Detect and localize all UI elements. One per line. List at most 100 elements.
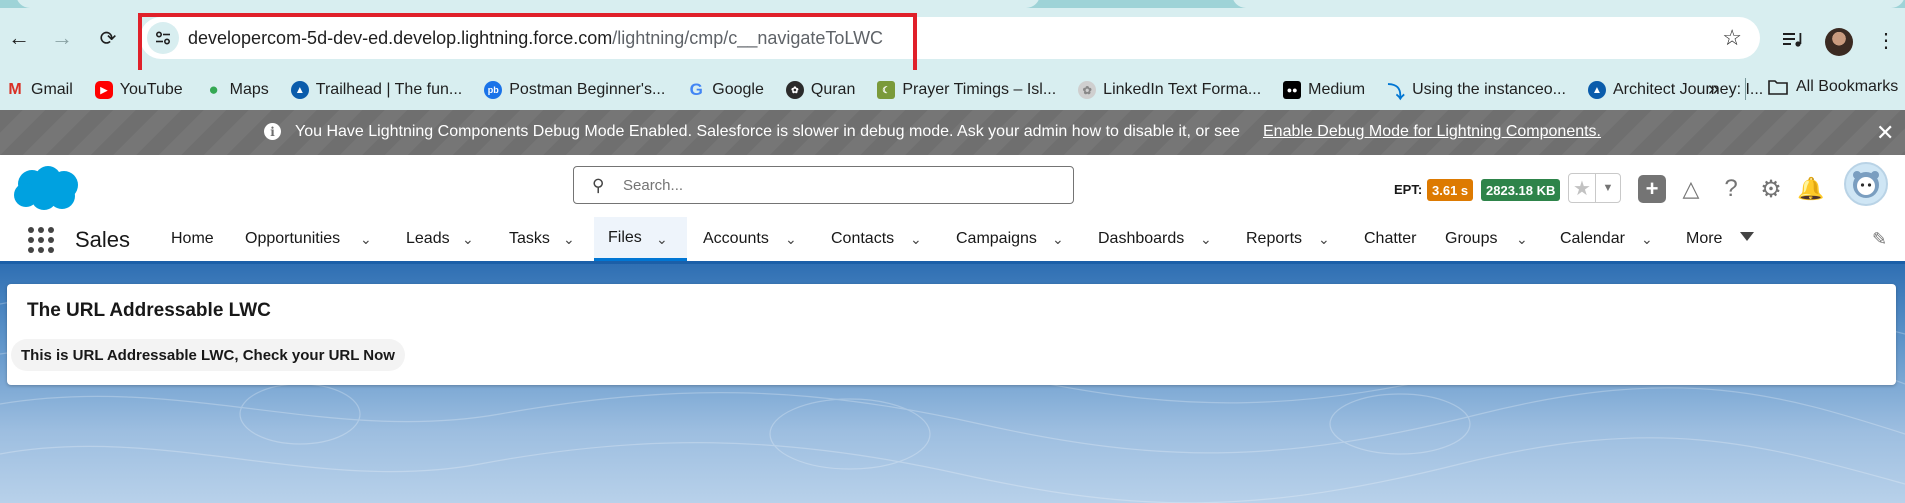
tasks-chevron-down-icon[interactable]: ⌄ <box>563 231 575 248</box>
browser-menu-icon[interactable]: ⋮ <box>1876 28 1896 53</box>
salesforce-dev-icon: ⤵ <box>1387 82 1405 102</box>
accounts-chevron-down-icon[interactable]: ⌄ <box>785 231 797 248</box>
trailhead-icon: ▲ <box>290 81 309 99</box>
bookmark-label: YouTube <box>119 81 183 98</box>
nav-item-dashboards[interactable]: Dashboards <box>1098 217 1184 261</box>
favorite-star-icon[interactable]: ★ <box>1569 174 1596 202</box>
browser-toolbar: ← → ⟳ developercom-5d-dev-ed.develop.lig… <box>0 8 1905 75</box>
astro-avatar-icon <box>1853 171 1879 198</box>
debug-mode-banner: i You Have Lightning Components Debug Mo… <box>0 110 1905 155</box>
calendar-chevron-down-icon[interactable]: ⌄ <box>1641 231 1653 248</box>
more-dropdown-icon[interactable] <box>1740 232 1754 241</box>
bookmark-gmail[interactable]: M Gmail <box>6 81 73 99</box>
postman-icon: pb <box>484 81 503 99</box>
nav-item-calendar[interactable]: Calendar <box>1560 217 1625 261</box>
bookmark-prayer[interactable]: ☾ Prayer Timings – Isl... <box>877 81 1056 99</box>
global-header: ⚲ Search... EPT: 3.61 s 2823.18 KB ★ ▼ +… <box>0 155 1905 217</box>
background-tab[interactable] <box>1232 0 1905 8</box>
info-icon: i <box>264 123 281 140</box>
bookmark-label: Gmail <box>31 81 73 98</box>
opportunities-chevron-down-icon[interactable]: ⌄ <box>360 231 372 248</box>
search-icon: ⚲ <box>592 176 605 195</box>
bookmark-youtube[interactable]: ▶ YouTube <box>94 81 183 99</box>
nav-item-files[interactable]: Files <box>594 217 687 261</box>
notifications-bell-icon[interactable]: 🔔 <box>1797 175 1825 203</box>
card-message: This is URL Addressable LWC, Check your … <box>11 339 405 371</box>
bookmark-postman[interactable]: pb Postman Beginner's... <box>484 81 665 99</box>
nav-item-chatter[interactable]: Chatter <box>1364 217 1416 261</box>
bookmark-quran[interactable]: ✿ Quran <box>785 81 855 99</box>
profile-avatar[interactable] <box>1825 28 1853 56</box>
trailhead-guidance-icon[interactable]: △ <box>1677 175 1705 203</box>
app-name: Sales <box>75 227 131 252</box>
back-arrow-icon[interactable]: ← <box>3 22 35 54</box>
contacts-chevron-down-icon[interactable]: ⌄ <box>910 231 922 248</box>
debug-message: You Have Lightning Components Debug Mode… <box>295 123 1240 140</box>
bookmark-google[interactable]: G Google <box>687 80 764 99</box>
groups-chevron-down-icon[interactable]: ⌄ <box>1516 231 1528 248</box>
reload-icon[interactable]: ⟳ <box>92 22 124 54</box>
user-avatar[interactable] <box>1844 162 1888 206</box>
tab-strip <box>0 0 1905 8</box>
nav-item-home[interactable]: Home <box>171 217 214 261</box>
bookmark-linkedin-format[interactable]: ✿ LinkedIn Text Forma... <box>1078 81 1261 99</box>
google-icon: G <box>689 80 703 99</box>
app-navigation-bar: Sales Home Opportunities ⌄ Leads ⌄ Tasks… <box>0 217 1905 264</box>
active-tab[interactable] <box>16 0 1040 8</box>
gmail-icon: M <box>8 81 22 98</box>
folder-icon <box>1768 80 1788 95</box>
forward-arrow-icon[interactable]: → <box>46 22 78 54</box>
salesforce-logo[interactable] <box>10 164 82 212</box>
nav-item-leads[interactable]: Leads <box>406 217 450 261</box>
bookmark-medium[interactable]: ●● Medium <box>1283 81 1365 99</box>
nav-item-opportunities[interactable]: Opportunities <box>245 217 340 261</box>
url-highlight-box <box>138 13 917 75</box>
app-launcher-icon[interactable] <box>28 227 54 253</box>
leads-chevron-down-icon[interactable]: ⌄ <box>462 231 474 248</box>
bookmark-label: LinkedIn Text Forma... <box>1103 81 1262 98</box>
help-icon[interactable]: ? <box>1717 175 1745 203</box>
bookmark-maps[interactable]: ● Maps <box>205 80 269 99</box>
linkedin-format-icon: ✿ <box>1078 81 1097 99</box>
trailhead-icon: ▲ <box>1587 81 1606 99</box>
bookmarks-overflow-chevron-icon[interactable]: » <box>1708 78 1719 101</box>
reports-chevron-down-icon[interactable]: ⌄ <box>1318 231 1330 248</box>
setup-gear-icon[interactable]: ⚙ <box>1757 175 1785 203</box>
campaigns-chevron-down-icon[interactable]: ⌄ <box>1052 231 1064 248</box>
global-search-input[interactable]: ⚲ Search... <box>573 166 1074 204</box>
files-chevron-down-icon[interactable]: ⌄ <box>656 231 668 248</box>
favorites-dropdown-icon[interactable]: ▼ <box>1596 174 1620 202</box>
edit-nav-pencil-icon[interactable]: ✎ <box>1872 229 1887 250</box>
all-bookmarks-button[interactable]: All Bookmarks <box>1768 78 1898 96</box>
maps-icon: ● <box>208 80 219 99</box>
nav-item-accounts[interactable]: Accounts <box>703 217 769 261</box>
bookmark-architect[interactable]: ▲ Architect Journey: I... <box>1587 81 1764 99</box>
bookmarks-divider <box>1745 78 1746 100</box>
bookmark-label: Medium <box>1308 81 1366 98</box>
dashboards-chevron-down-icon[interactable]: ⌄ <box>1200 231 1212 248</box>
bookmark-instanceof[interactable]: ⤵ Using the instanceo... <box>1387 81 1566 102</box>
quran-icon: ✿ <box>785 81 804 99</box>
close-icon[interactable]: ✕ <box>1876 120 1894 146</box>
memory-badge: 2823.18 KB <box>1481 179 1561 201</box>
global-actions-plus-icon[interactable]: + <box>1638 175 1666 203</box>
bookmark-star-icon[interactable]: ☆ <box>1722 25 1742 51</box>
nav-item-contacts[interactable]: Contacts <box>831 217 894 261</box>
nav-item-campaigns[interactable]: Campaigns <box>956 217 1037 261</box>
bookmark-label: Trailhead | The fun... <box>315 81 463 98</box>
bookmark-trailhead[interactable]: ▲ Trailhead | The fun... <box>290 81 463 99</box>
bookmarks-bar: M Gmail ▶ YouTube ● Maps ▲ Trailhead | The f… <box>0 70 1905 110</box>
bookmark-label: Maps <box>229 81 269 98</box>
nav-item-reports[interactable]: Reports <box>1246 217 1302 261</box>
favorites-button[interactable]: ★ ▼ <box>1568 173 1621 203</box>
nav-item-tasks[interactable]: Tasks <box>509 217 550 261</box>
bookmark-label: Architect Journey: I... <box>1612 81 1764 98</box>
all-bookmarks-label: All Bookmarks <box>1796 78 1899 95</box>
youtube-icon: ▶ <box>94 81 113 99</box>
enable-debug-mode-link[interactable]: Enable Debug Mode for Lightning Componen… <box>1263 123 1601 141</box>
nav-item-groups[interactable]: Groups <box>1445 217 1497 261</box>
bookmark-label: Using the instanceo... <box>1412 81 1566 98</box>
nav-item-more[interactable]: More <box>1686 217 1722 261</box>
ept-label: EPT: <box>1394 182 1423 197</box>
media-playlist-icon[interactable] <box>1780 28 1806 52</box>
